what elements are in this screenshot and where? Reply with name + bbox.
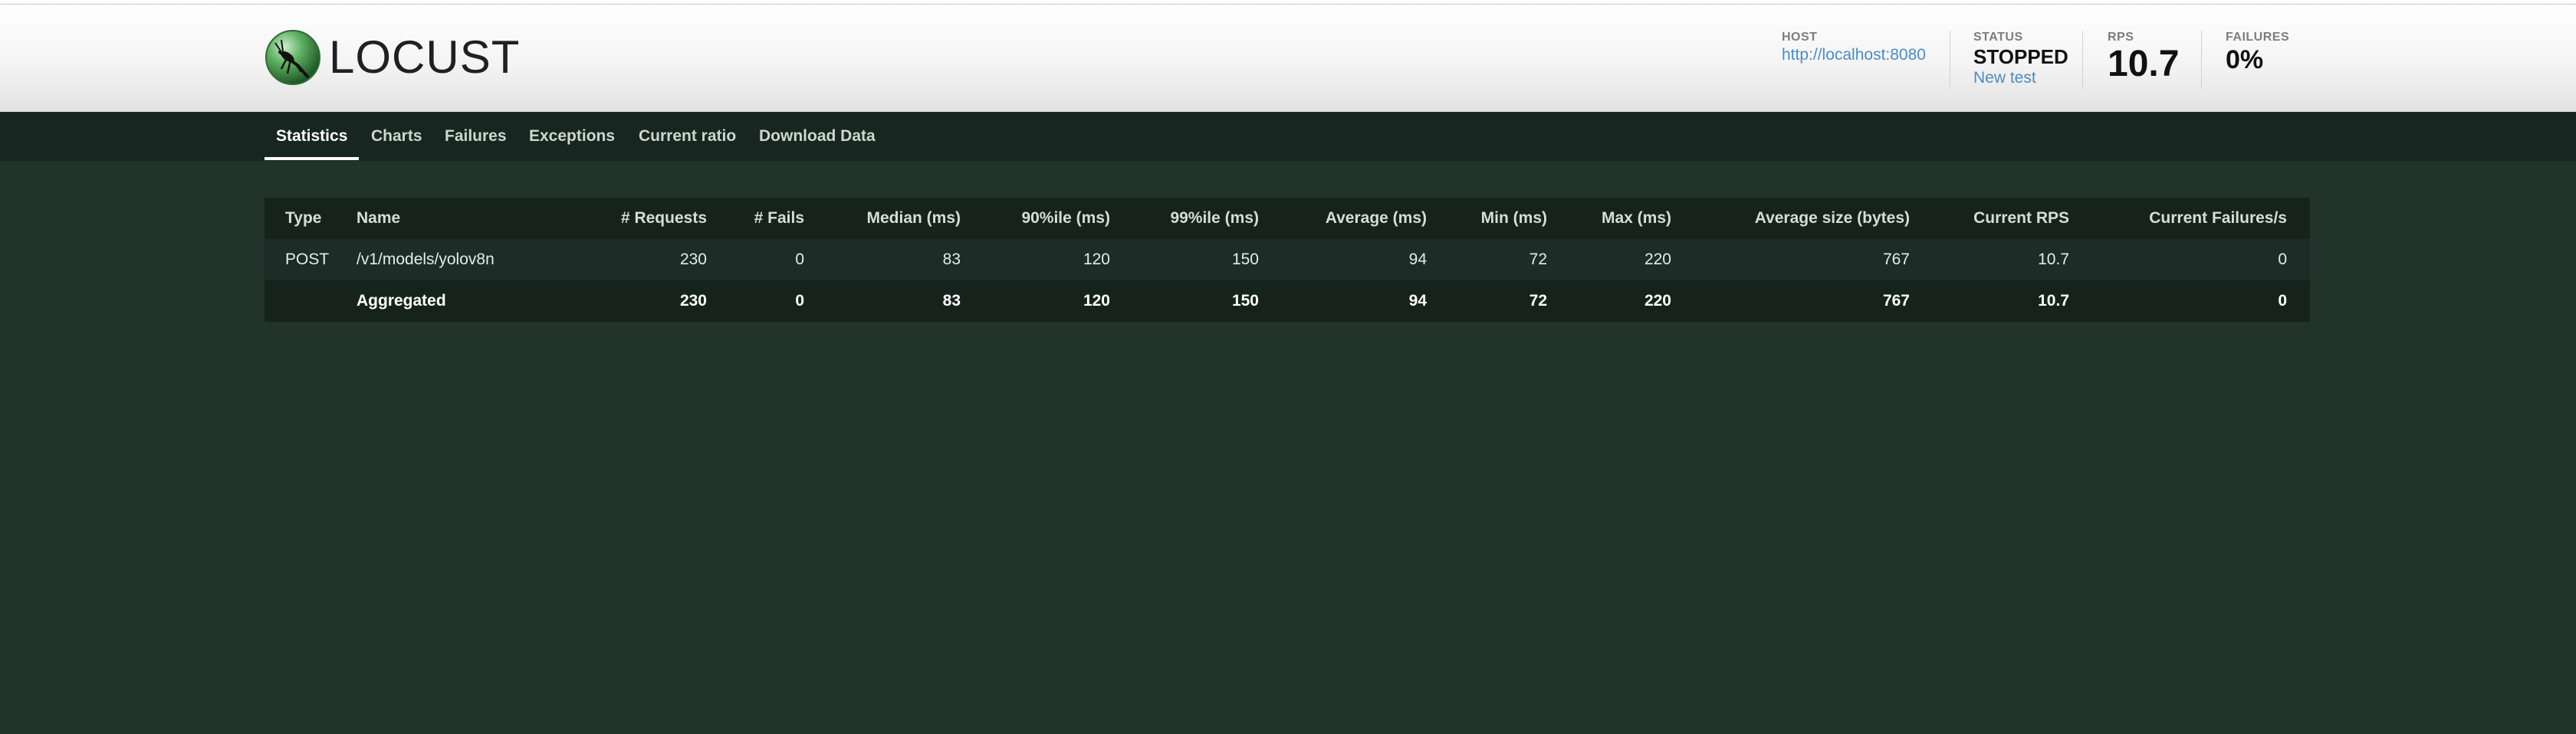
column-header-median[interactable]: Median (ms) bbox=[804, 198, 961, 239]
column-header-fails[interactable]: # Fails bbox=[707, 198, 804, 239]
tab-failures[interactable]: Failures bbox=[445, 112, 507, 161]
cell-p99: 150 bbox=[1231, 292, 1259, 310]
cell-pad bbox=[2287, 239, 2310, 280]
cell-min: 72 bbox=[1529, 251, 1547, 268]
tab-charts[interactable]: Charts bbox=[371, 112, 422, 161]
column-header-current-rps[interactable]: Current RPS bbox=[1910, 198, 2069, 239]
cell-average: 94 bbox=[1408, 292, 1427, 310]
cell-name: Aggregated bbox=[356, 292, 446, 310]
cell-average: 94 bbox=[1408, 251, 1427, 268]
column-header-requests[interactable]: # Requests bbox=[540, 198, 707, 239]
cell-pad bbox=[2287, 198, 2310, 239]
cell-requests: 230 bbox=[679, 251, 707, 268]
cell-avg-size: 767 bbox=[1882, 292, 1910, 310]
locust-logo[interactable]: LOCUST bbox=[264, 28, 520, 87]
cell-type bbox=[285, 280, 356, 322]
table-header-row: Type Name # Requests # Fails Median (ms)… bbox=[264, 198, 2310, 239]
logo-text: LOCUST bbox=[329, 31, 521, 83]
tab-statistics[interactable]: Statistics bbox=[276, 112, 347, 161]
tab-download-data[interactable]: Download Data bbox=[759, 112, 876, 161]
column-header-average[interactable]: Average (ms) bbox=[1259, 198, 1427, 239]
tab-current-ratio[interactable]: Current ratio bbox=[639, 112, 736, 161]
cell-name: /v1/models/yolov8n bbox=[356, 251, 495, 268]
failures-label: FAILURES bbox=[2226, 31, 2290, 44]
statistics-table-container: Type Name # Requests # Fails Median (ms)… bbox=[264, 198, 2310, 322]
cell-median: 83 bbox=[942, 292, 961, 310]
cell-fails: 0 bbox=[795, 251, 804, 268]
table-row: POST /v1/models/yolov8n 230 0 83 120 150… bbox=[264, 239, 2310, 280]
cell-pad bbox=[264, 198, 285, 239]
column-header-max[interactable]: Max (ms) bbox=[1547, 198, 1671, 239]
failures-value: 0% bbox=[2226, 45, 2264, 74]
cell-max: 220 bbox=[1644, 251, 1671, 268]
status-value: STOPPED bbox=[1973, 45, 2068, 68]
host-label: HOST bbox=[1782, 31, 1818, 44]
header-bar: LOCUST HOST http://localhost:8080 STATUS… bbox=[0, 5, 2576, 112]
host-value: http://localhost:8080 bbox=[1782, 46, 1926, 64]
locust-logo-icon bbox=[265, 30, 320, 85]
column-header-avg-size[interactable]: Average size (bytes) bbox=[1671, 198, 1910, 239]
cell-fails: 0 bbox=[795, 292, 804, 310]
column-header-type[interactable]: Type bbox=[285, 198, 356, 239]
column-header-p99[interactable]: 99%ile (ms) bbox=[1110, 198, 1259, 239]
column-header-name[interactable]: Name bbox=[356, 198, 540, 239]
cell-min: 72 bbox=[1529, 292, 1547, 310]
cell-current-failures: 0 bbox=[2278, 251, 2287, 268]
cell-avg-size: 767 bbox=[1882, 251, 1910, 268]
rps-value: 10.7 bbox=[2108, 44, 2180, 84]
cell-pad bbox=[264, 280, 285, 322]
aggregated-row: Aggregated 230 0 83 120 150 94 72 220 76… bbox=[264, 280, 2310, 322]
cell-current-rps: 10.7 bbox=[2038, 292, 2069, 310]
statistics-table: Type Name # Requests # Fails Median (ms)… bbox=[264, 198, 2310, 322]
column-header-min[interactable]: Min (ms) bbox=[1427, 198, 1547, 239]
cell-max: 220 bbox=[1644, 292, 1671, 310]
header-divider bbox=[2082, 31, 2083, 89]
cell-requests: 230 bbox=[679, 292, 707, 310]
cell-current-failures: 0 bbox=[2278, 292, 2287, 310]
cell-current-rps: 10.7 bbox=[2038, 251, 2069, 268]
failures-stat: FAILURES 0% bbox=[2226, 31, 2289, 74]
cell-median: 83 bbox=[942, 251, 961, 268]
status-stat: STATUS STOPPED New test bbox=[1973, 31, 2068, 87]
column-header-current-failures[interactable]: Current Failures/s bbox=[2069, 198, 2287, 239]
cell-p90: 120 bbox=[1083, 251, 1110, 268]
cell-type: POST bbox=[285, 251, 330, 268]
host-stat: HOST http://localhost:8080 bbox=[1782, 31, 1926, 64]
header-divider bbox=[2201, 31, 2202, 89]
cell-p90: 120 bbox=[1083, 292, 1110, 310]
rps-label: RPS bbox=[2108, 31, 2134, 44]
column-header-p90[interactable]: 90%ile (ms) bbox=[961, 198, 1110, 239]
active-tab-indicator bbox=[264, 157, 359, 160]
cell-pad bbox=[2287, 280, 2310, 322]
cell-p99: 150 bbox=[1231, 251, 1259, 268]
cell-pad bbox=[264, 239, 285, 280]
tab-exceptions[interactable]: Exceptions bbox=[529, 112, 615, 161]
new-test-link[interactable]: New test bbox=[1973, 69, 2068, 87]
rps-stat: RPS 10.7 bbox=[2108, 31, 2179, 83]
status-label: STATUS bbox=[1973, 31, 2023, 44]
tab-bar: Statistics Charts Failures Exceptions Cu… bbox=[0, 112, 2576, 161]
